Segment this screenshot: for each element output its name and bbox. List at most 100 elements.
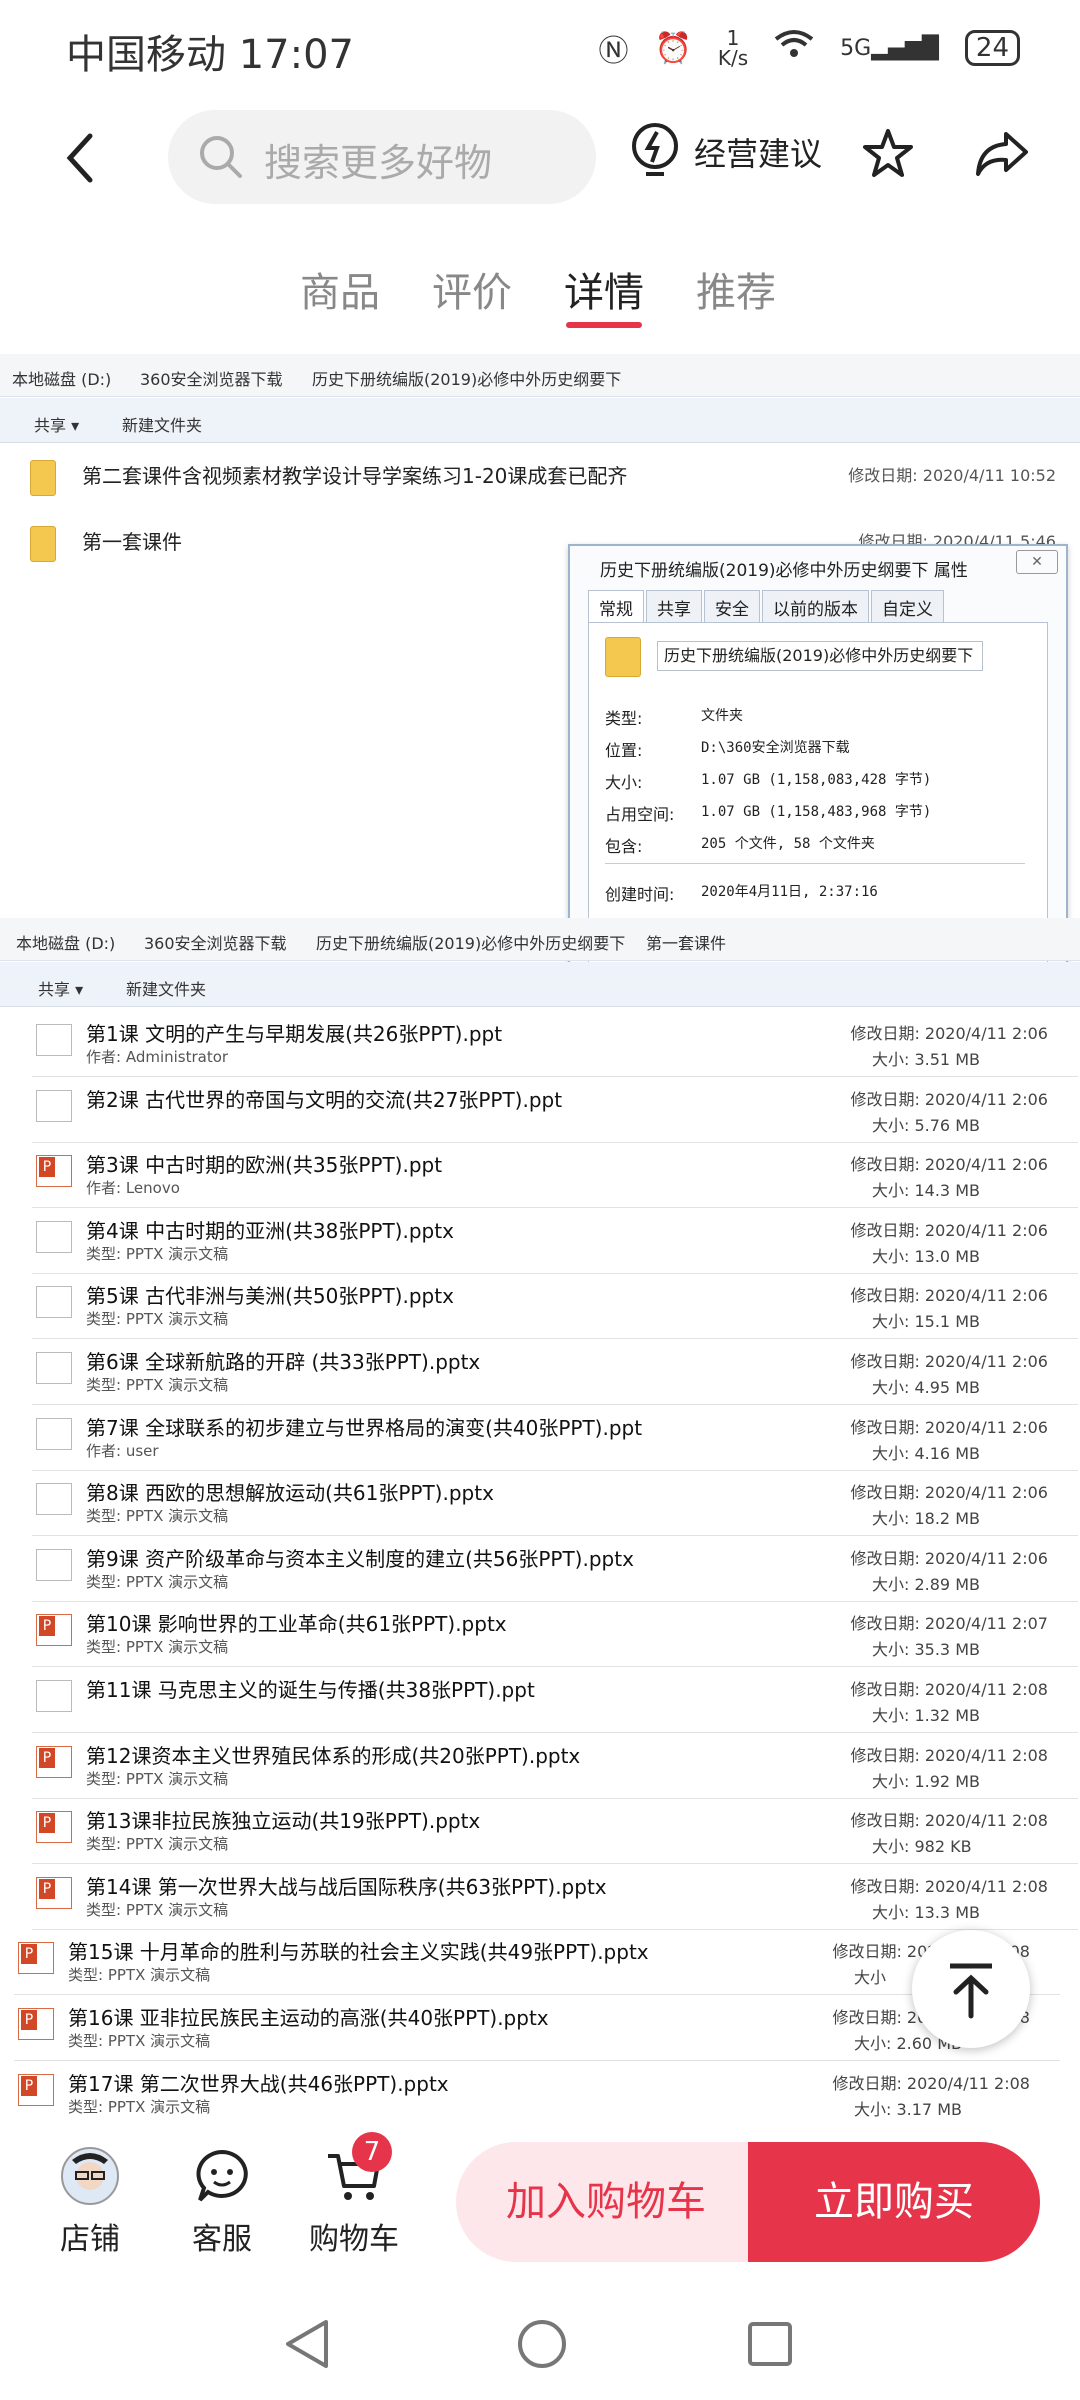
folder-icon [30, 460, 56, 496]
file-size: 大小: 3.17 MB [854, 2099, 962, 2118]
search-bar[interactable]: 搜索更多好物 [168, 110, 596, 204]
file-name: 第1课 文明的产生与早期发展(共26张PPT).ppt [86, 1022, 503, 1046]
tab-details[interactable]: 详情 [564, 260, 644, 318]
signal-icon: 5G▂▄▆█ [840, 35, 939, 61]
add-to-cart-button[interactable]: 加入购物车 [456, 2142, 756, 2262]
buy-now-button[interactable]: 立即购买 [748, 2142, 1040, 2262]
search-icon [200, 136, 242, 178]
share-button[interactable] [972, 126, 1032, 186]
alarm-icon: ⏰ [654, 30, 692, 66]
tab-reviews[interactable]: 评价 [432, 260, 512, 318]
file-size: 大小: 1.92 MB [872, 1771, 980, 1791]
folder-row: 第二套课件含视频素材教学设计导学案练习1-20课成套已配齐 修改日期: 2020… [30, 450, 1060, 510]
slide-thumbnail-icon [36, 1352, 72, 1384]
carrier-time: 中国移动 17:07 [66, 32, 354, 78]
property-row: 占用空间: 1.07 GB (1,158,483,968 字节) [605, 804, 932, 824]
file-row: 第16课 亚非拉民族民主运动的高涨(共40张PPT).pptx 类型: PPTX … [14, 1996, 1060, 2061]
network-type: 5G [840, 35, 872, 61]
slide-thumbnail-icon [36, 1024, 72, 1056]
file-size: 大小: 5.76 MB [872, 1115, 980, 1135]
scroll-to-top-button[interactable] [912, 1930, 1030, 2048]
wifi-icon [774, 29, 814, 67]
property-row: 包含: 205 个文件, 58 个文件夹 [605, 836, 875, 856]
explorer-toolbar: 共享 ▾ 新建文件夹 [0, 398, 1080, 443]
slide-thumbnail-icon [36, 1417, 72, 1450]
file-date: 修改日期: 2020/4/11 2:06 [850, 1220, 1048, 1240]
folder-name: 第二套课件含视频素材教学设计导学案练习1-20课成套已配齐 [82, 464, 628, 488]
file-size: 大小: 15.1 MB [872, 1312, 980, 1332]
file-name: 第17课 第二次世界大战(共46张PPT).pptx [68, 2071, 449, 2096]
slide-thumbnail-icon [36, 1680, 72, 1712]
nav-home-icon[interactable] [514, 2316, 570, 2372]
file-meta: 作者: Lenovo [86, 1179, 180, 1198]
file-row: 第11课 马克思主义的诞生与传播(共38张PPT).ppt 修改日期: 2020/… [32, 1668, 1078, 1733]
file-size: 大小: 4.95 MB [872, 1378, 980, 1397]
cart-label: 购物车 [309, 2222, 399, 2257]
slide-thumbnail-icon [36, 1548, 72, 1581]
file-date: 修改日期: 2020/4/11 2:06 [850, 1286, 1048, 1306]
property-row: 大小: 1.07 GB (1,158,083,428 字节) [605, 772, 932, 792]
shop-button[interactable]: 店铺 [44, 2146, 136, 2258]
file-row: 第5课 古代非洲与美洲(共50张PPT).pptx 类型: PPTX 演示文稿 修改… [32, 1274, 1078, 1340]
breadcrumb-item: 本地磁盘 (D:) [12, 370, 112, 389]
nav-back-icon[interactable] [282, 2316, 332, 2372]
chevron-left-icon [66, 133, 93, 183]
dialog-tabs: 常规 共享 安全 以前的版本 自定义 [588, 590, 946, 624]
file-meta: 类型: PPTX 演示文稿 [86, 1507, 229, 1526]
tab-goods[interactable]: 商品 [300, 260, 380, 318]
file-row: 第17课 第二次世界大战(共46张PPT).pptx类型: PPTX 演示文稿 修… [14, 2062, 1060, 2118]
nav-recents-icon[interactable] [744, 2318, 796, 2370]
advice-label: 经营建议 [694, 135, 823, 173]
detail-tabs: 商品 评价 详情 推荐 [0, 250, 1080, 330]
file-name: 第6课 全球新航路的开辟 (共33张PPT).pptx [86, 1350, 481, 1374]
dialog-tab: 共享 [646, 590, 702, 624]
file-row: 第12课资本主义世界殖民体系的形成(共20张PPT).pptx类型: PPTX … [32, 1734, 1078, 1799]
file-date: 修改日期: 2020/4/11 2:07 [850, 1614, 1048, 1634]
cart-count-badge: 7 [352, 2132, 392, 2172]
business-advice-button[interactable]: 经营建议 [630, 120, 822, 184]
active-tab-indicator [566, 322, 642, 328]
ppt-file-icon [36, 1811, 72, 1844]
file-name: 第8课 西欧的思想解放运动(共61张PPT).pptx [86, 1481, 494, 1506]
file-size: 大小: 4.16 MB [872, 1443, 980, 1463]
chat-icon [196, 2149, 248, 2202]
file-name: 第10课 影响世界的工业革命(共61张PPT).pptx [86, 1612, 507, 1637]
file-meta: 类型: PPTX 演示文稿 [86, 1244, 229, 1263]
file-name: 第7课 全球联系的初步建立与世界格局的演变(共40张PPT).ppt [86, 1415, 643, 1440]
lightbulb-bolt-icon [632, 123, 678, 176]
dialog-tab: 自定义 [871, 590, 944, 624]
ppt-file-icon [36, 1155, 72, 1188]
status-bar: 中国移动 17:07 Ⓝ ⏰ 1 K/s 5G▂▄▆█ 24 [0, 0, 1080, 100]
file-row: 第13课非拉民族独立运动(共19张PPT).pptx类型: PPTX 演示文稿 修… [32, 1799, 1078, 1865]
divider [605, 863, 1025, 864]
breadcrumb: 本地磁盘 (D:) 360安全浏览器下载 历史下册统编版(2019)必修中外历史… [0, 354, 1080, 397]
breadcrumb-item: 360安全浏览器下载 [144, 934, 287, 953]
slide-thumbnail-icon [36, 1220, 72, 1253]
back-button[interactable] [60, 128, 100, 188]
file-name: 第11课 马克思主义的诞生与传播(共38张PPT).ppt [86, 1678, 535, 1702]
file-date: 修改日期: 2020/4/11 2:08 [850, 1876, 1048, 1896]
file-meta: 类型: PPTX 演示文稿 [86, 1376, 229, 1394]
share-menu: 共享 ▾ [38, 980, 84, 999]
ppt-file-icon [36, 1745, 72, 1778]
battery-level: 24 [975, 33, 1009, 63]
customer-service-button[interactable]: 客服 [176, 2146, 268, 2258]
share-menu: 共享 ▾ [34, 416, 80, 435]
close-icon: ✕ [1016, 550, 1058, 574]
breadcrumb-item: 本地磁盘 (D:) [16, 934, 116, 953]
detail-image: 本地磁盘 (D:) 360安全浏览器下载 历史下册统编版(2019)必修中外历史… [0, 348, 1080, 2118]
arrow-up-icon [950, 1963, 992, 2019]
slide-thumbnail-icon [36, 1089, 72, 1122]
file-size: 大小: 982 KB [872, 1837, 972, 1857]
breadcrumb-item: 第一套课件 [646, 934, 727, 953]
dialog-tab: 以前的版本 [762, 590, 869, 624]
file-name: 第9课 资产阶级革命与资本主义制度的建立(共56张PPT).pptx [86, 1546, 634, 1571]
nfc-icon: Ⓝ [598, 34, 629, 69]
breadcrumb: 本地磁盘 (D:) 360安全浏览器下载 历史下册统编版(2019)必修中外历史… [0, 918, 1080, 961]
tab-recommend[interactable]: 推荐 [696, 260, 776, 318]
file-date: 修改日期: 2020/4/11 2:06 [850, 1024, 1048, 1043]
favorite-button[interactable] [860, 126, 916, 186]
system-nav-bar [0, 2288, 1080, 2400]
star-icon [863, 129, 913, 177]
folder-icon [605, 637, 641, 677]
